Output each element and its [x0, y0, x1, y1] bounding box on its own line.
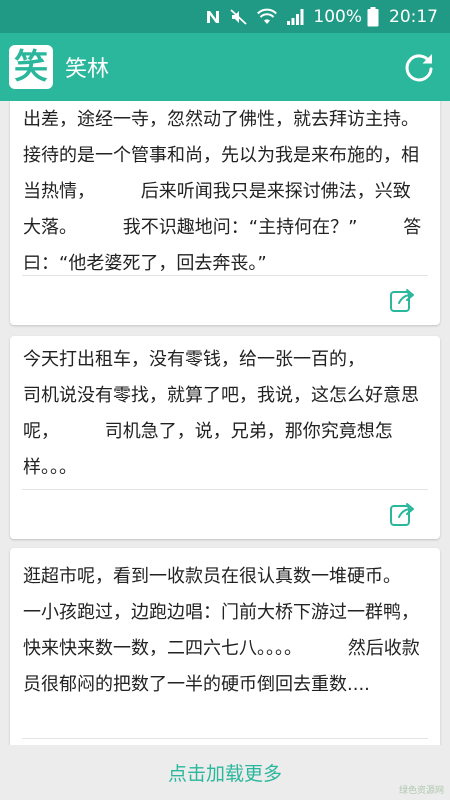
- signal-icon: [286, 8, 304, 26]
- share-icon[interactable]: [388, 286, 416, 314]
- n-icon: [205, 9, 221, 25]
- joke-text: 今天打出租车，没有零钱，给一张一百的， 司机说没有零找，就算了吧，我说，这怎么好…: [23, 349, 419, 478]
- joke-card: 今天打出租车，没有零钱，给一张一百的， 司机说没有零找，就算了吧，我说，这怎么好…: [10, 336, 440, 539]
- app-title: 笑林: [65, 57, 110, 82]
- battery-percent: 100%: [313, 6, 362, 27]
- joke-text: 出差，途经一寺，忽然动了佛性，就去拜访主持。 接待的是一个管事和尚，先以为我是来…: [23, 109, 422, 274]
- refresh-icon[interactable]: [402, 50, 436, 84]
- battery-icon: [367, 6, 379, 27]
- status-bar: 100% 20:17: [0, 0, 450, 33]
- wifi-icon: [257, 8, 278, 26]
- card-divider: [22, 275, 428, 276]
- load-more-button[interactable]: 点击加载更多: [0, 745, 450, 800]
- share-icon[interactable]: [388, 500, 416, 528]
- joke-card: 出差，途经一寺，忽然动了佛性，就去拜访主持。 接待的是一个管事和尚，先以为我是来…: [10, 101, 440, 325]
- watermark: 绿色资源网: [398, 786, 444, 796]
- joke-text: 逛超市呢，看到一收款员在很认真数一堆硬币。 一小孩跑过，边跑边唱：门前大桥下游过…: [23, 566, 420, 695]
- app-logo: 笑: [9, 45, 53, 89]
- app-bar: 笑 笑林: [0, 33, 450, 101]
- clock: 20:17: [389, 6, 438, 27]
- card-divider: [22, 489, 428, 490]
- card-divider: [22, 738, 428, 739]
- mute-icon: [230, 8, 248, 26]
- joke-card: 逛超市呢，看到一收款员在很认真数一堆硬币。 一小孩跑过，边跑边唱：门前大桥下游过…: [10, 548, 440, 745]
- joke-feed[interactable]: 出差，途经一寺，忽然动了佛性，就去拜访主持。 接待的是一个管事和尚，先以为我是来…: [0, 101, 450, 745]
